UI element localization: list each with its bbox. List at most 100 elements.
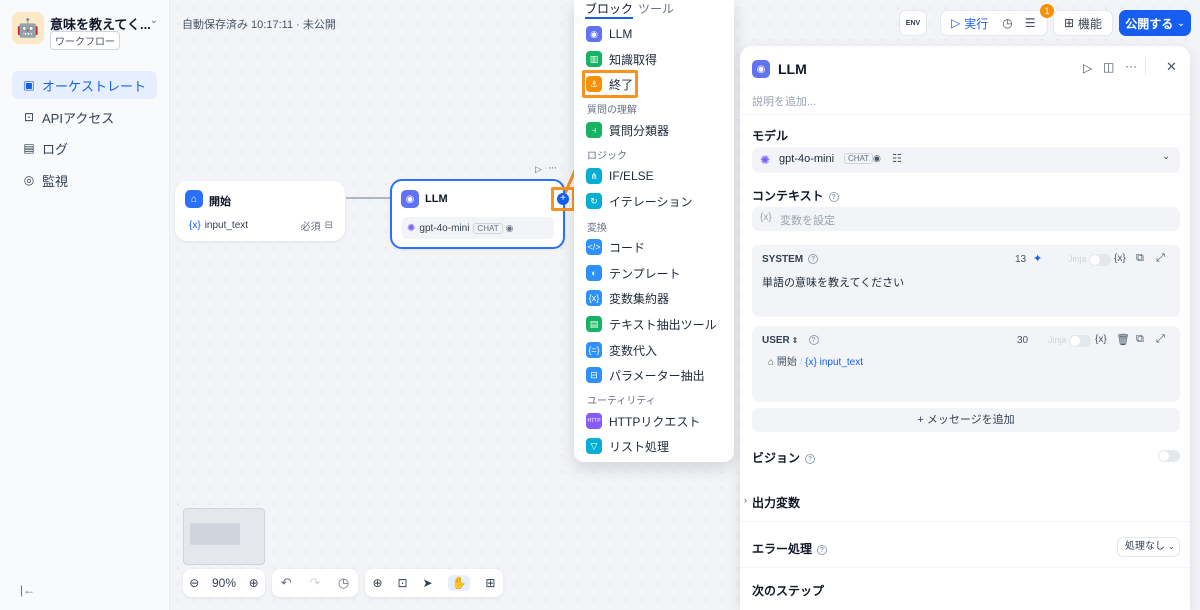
tab-blocks[interactable]: ブロック (585, 0, 634, 19)
error-handling-select[interactable]: 処理なし ⌄ (1117, 537, 1180, 557)
llm-node-more-icon[interactable]: ··· (548, 162, 557, 174)
checklist-icon[interactable]: ☰ (1025, 16, 1036, 30)
zoom-control: ⊖ 90% ⊕ (183, 569, 265, 597)
llm-node-run-icon[interactable]: ▷ (535, 164, 542, 175)
play-icon[interactable]: ▷ (951, 16, 960, 30)
terminal-icon: ⊡ (23, 110, 35, 124)
history-icon[interactable]: ◷ (1002, 16, 1012, 30)
jinja-toggle[interactable] (1089, 254, 1111, 266)
layout-icon[interactable]: ⊞ (485, 576, 495, 590)
block-item-list[interactable]: ▽ リスト処理 (586, 435, 726, 457)
add-note-icon[interactable]: ⊡ (397, 576, 407, 590)
block-item-code[interactable]: </> コード (586, 236, 726, 258)
help-icon[interactable]: ? (817, 545, 828, 555)
more-icon[interactable]: ··· (1125, 59, 1137, 73)
block-item-ifelse[interactable]: ⋔ IF/ELSE (586, 165, 726, 187)
redo-icon[interactable]: ↷ (309, 575, 320, 591)
help-icon[interactable]: ? (828, 192, 839, 202)
version-history-icon[interactable]: ◷ (338, 575, 349, 591)
block-item-text-extract[interactable]: ▤ テキスト抽出ツール (586, 313, 726, 335)
sidebar-item-api[interactable]: ⊡ APIアクセス (12, 103, 157, 131)
minimap[interactable] (183, 508, 265, 565)
block-item-classifier[interactable]: ⫞ 質問分類器 (586, 119, 726, 141)
add-message-button[interactable]: + メッセージを追加 (752, 408, 1180, 432)
block-item-iteration[interactable]: ↻ イテレーション (586, 190, 726, 212)
context-variable-selector[interactable]: {x} 変数を設定 (752, 207, 1180, 231)
insert-variable-icon[interactable]: {x} (1114, 253, 1126, 264)
vision-label: ビジョン? (752, 449, 816, 466)
tab-tools[interactable]: ツール (638, 0, 674, 17)
book-icon: ▥ (586, 51, 602, 67)
jinja-toggle[interactable] (1069, 335, 1091, 347)
sidebar-item-orchestrate[interactable]: ▣ オーケストレート (12, 71, 157, 99)
zoom-out-icon[interactable]: ⊖ (189, 576, 199, 590)
block-item-knowledge[interactable]: ▥ 知識取得 (586, 48, 726, 70)
user-char-count: 30 (1017, 335, 1029, 346)
error-handling-label: エラー処理? (752, 540, 828, 557)
block-item-template[interactable]: ◐ テンプレート (586, 262, 726, 284)
chevron-down-icon[interactable]: ⌄ (150, 15, 158, 26)
block-item-param-extract[interactable]: ⊟ パラメーター抽出 (586, 364, 726, 386)
block-item-http[interactable]: HTTP HTTPリクエスト (586, 410, 726, 432)
block-item-aggregator[interactable]: {x} 変数集約器 (586, 287, 726, 309)
insert-variable-icon[interactable]: {x} (1095, 334, 1107, 345)
minimap-viewport (190, 523, 240, 545)
app-header[interactable]: 🤖 意味を教えてく... ⌄ ワークフロー (12, 12, 162, 50)
hand-icon[interactable]: ✋ (447, 575, 471, 591)
block-item-llm[interactable]: ◉ LLM (586, 23, 726, 45)
jinja-label: Jinja (1048, 335, 1067, 345)
copy-icon[interactable]: ⧉ (1136, 333, 1144, 346)
help-icon[interactable]: ? (808, 335, 819, 345)
block-item-assigner[interactable]: {=} 変数代入 (586, 339, 726, 361)
start-node[interactable]: ⌂ 開始 {x} input_text 必須 ⊟ (175, 181, 345, 241)
home-icon: ⌂ (185, 190, 203, 208)
copy-icon[interactable]: ⧉ (1136, 252, 1144, 265)
history-controls: ↶ ↷ ◷ (272, 569, 358, 597)
features-button[interactable]: ⊞ 機能 (1053, 10, 1113, 36)
publish-button[interactable]: 公開する ⌄ (1119, 10, 1191, 36)
vision-toggle[interactable] (1158, 450, 1180, 462)
llm-icon: ◉ (586, 26, 602, 42)
sparkle-icon[interactable]: ✦ (1033, 252, 1042, 265)
variable-reference[interactable]: ⌂ 開始 / {x} input_text (768, 353, 863, 368)
help-icon[interactable]: ? (808, 254, 819, 264)
collapse-sidebar-icon[interactable]: |← (20, 583, 35, 597)
llm-node-title: LLM (425, 193, 448, 205)
help-icon[interactable]: ? (805, 454, 816, 464)
close-icon[interactable]: ✕ (1166, 59, 1177, 75)
chevron-down-icon: ⌄ (1177, 17, 1185, 28)
description-input[interactable]: 説明を追加... (752, 93, 816, 109)
zoom-in-icon[interactable]: ⊕ (249, 576, 259, 590)
add-next-block-button[interactable]: + (557, 193, 569, 205)
model-selector[interactable]: ✺ gpt-4o-mini CHAT ◉ ☷ ⌄ (752, 147, 1180, 173)
chevron-right-icon[interactable]: › (744, 495, 747, 505)
user-role-selector[interactable]: USER ⇕? (762, 335, 819, 346)
llm-node[interactable]: ◉ LLM ✺ gpt-4o-mini CHAT ◉ (390, 179, 565, 249)
undo-icon[interactable]: ↶ (281, 575, 292, 591)
run-node-icon[interactable]: ▷ (1083, 61, 1092, 75)
llm-icon: ◉ (401, 190, 419, 208)
pointer-icon[interactable]: ➤ (423, 576, 433, 590)
split-view-icon[interactable]: ◫ (1103, 60, 1114, 74)
extract-icon: ⊟ (586, 367, 602, 383)
window-icon: ▣ (23, 78, 35, 92)
run-button[interactable]: 実行 (964, 15, 988, 32)
branch-icon: ⋔ (586, 168, 602, 184)
params-icon[interactable]: ☷ (892, 152, 902, 165)
openai-icon: ✺ (760, 153, 771, 167)
delete-icon[interactable]: 🗑 (1116, 333, 1130, 346)
system-prompt-editor[interactable]: SYSTEM? 13 ✦ Jinja {x} ⧉ ⤢ 単語の意味を教えてください (752, 245, 1180, 317)
sidebar-item-monitor[interactable]: ◎ 監視 (12, 166, 157, 194)
expand-icon[interactable]: ⤢ (1156, 333, 1165, 346)
block-item-end[interactable]: ⚓ 終了 (586, 73, 726, 95)
add-node-icon[interactable]: ⊕ (372, 576, 382, 590)
expand-icon[interactable]: ⤢ (1156, 252, 1165, 265)
output-variables-toggle[interactable]: 出力変数 (752, 494, 800, 511)
sidebar-item-logs[interactable]: ▤ ログ (12, 134, 157, 162)
user-prompt-editor[interactable]: USER ⇕? 30 Jinja {x} 🗑 ⧉ ⤢ ⌂ 開始 / {x} inp… (752, 326, 1180, 402)
zoom-level[interactable]: 90% (212, 576, 236, 590)
variable-icon: {x} (586, 290, 602, 306)
section-understanding: 質問の理解 (587, 105, 637, 116)
llm-icon: ◉ (752, 60, 770, 78)
env-button[interactable]: ENV (899, 10, 927, 36)
